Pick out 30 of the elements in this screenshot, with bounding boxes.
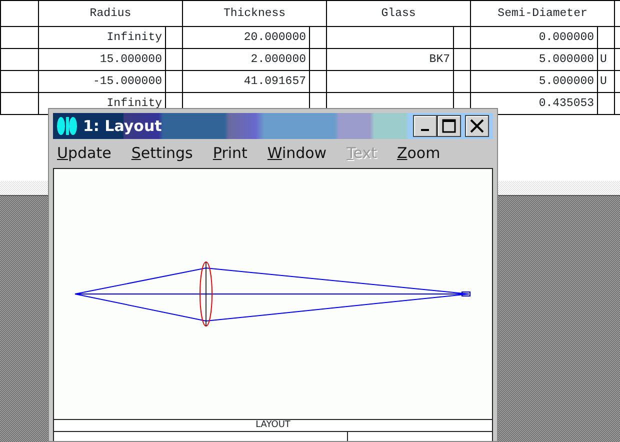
table-cell: 41.091657 xyxy=(182,70,310,92)
table-cell: 20.000000 xyxy=(182,26,310,48)
table-cell: 15.000000 xyxy=(38,48,166,70)
column-header: Glass xyxy=(326,0,471,26)
close-button[interactable] xyxy=(465,115,489,137)
menu-item[interactable]: Settings xyxy=(131,142,193,164)
minimize-button[interactable] xyxy=(413,115,437,137)
table-cell: Infinity xyxy=(38,26,166,48)
menu-item[interactable]: Zoom xyxy=(396,142,440,164)
column-header: Radius xyxy=(38,0,183,26)
table-cell: 5.000000 xyxy=(470,70,598,92)
table-cell: 5.000000 xyxy=(470,48,598,70)
table-cell: 2.000000 xyxy=(182,48,310,70)
column-header: Semi-Diameter xyxy=(470,0,615,26)
table-cell: U xyxy=(598,48,615,70)
maximize-icon xyxy=(442,119,456,133)
window-title: 1: Layout xyxy=(83,116,162,137)
table-cell: BK7 xyxy=(326,48,454,70)
menu-item[interactable]: Update xyxy=(57,142,112,164)
close-icon xyxy=(470,119,484,133)
maximize-button[interactable] xyxy=(437,115,461,137)
table-cell: -15.000000 xyxy=(38,70,166,92)
lens-icon xyxy=(56,116,78,136)
table-cell: U xyxy=(598,70,615,92)
table-cell: 0.000000 xyxy=(470,26,598,48)
menu-item[interactable]: Window xyxy=(267,142,327,164)
menu-item[interactable]: Print xyxy=(212,142,248,164)
column-header: Thickness xyxy=(182,0,327,26)
plot-label: LAYOUT xyxy=(53,420,493,432)
minimize-icon xyxy=(421,129,429,131)
